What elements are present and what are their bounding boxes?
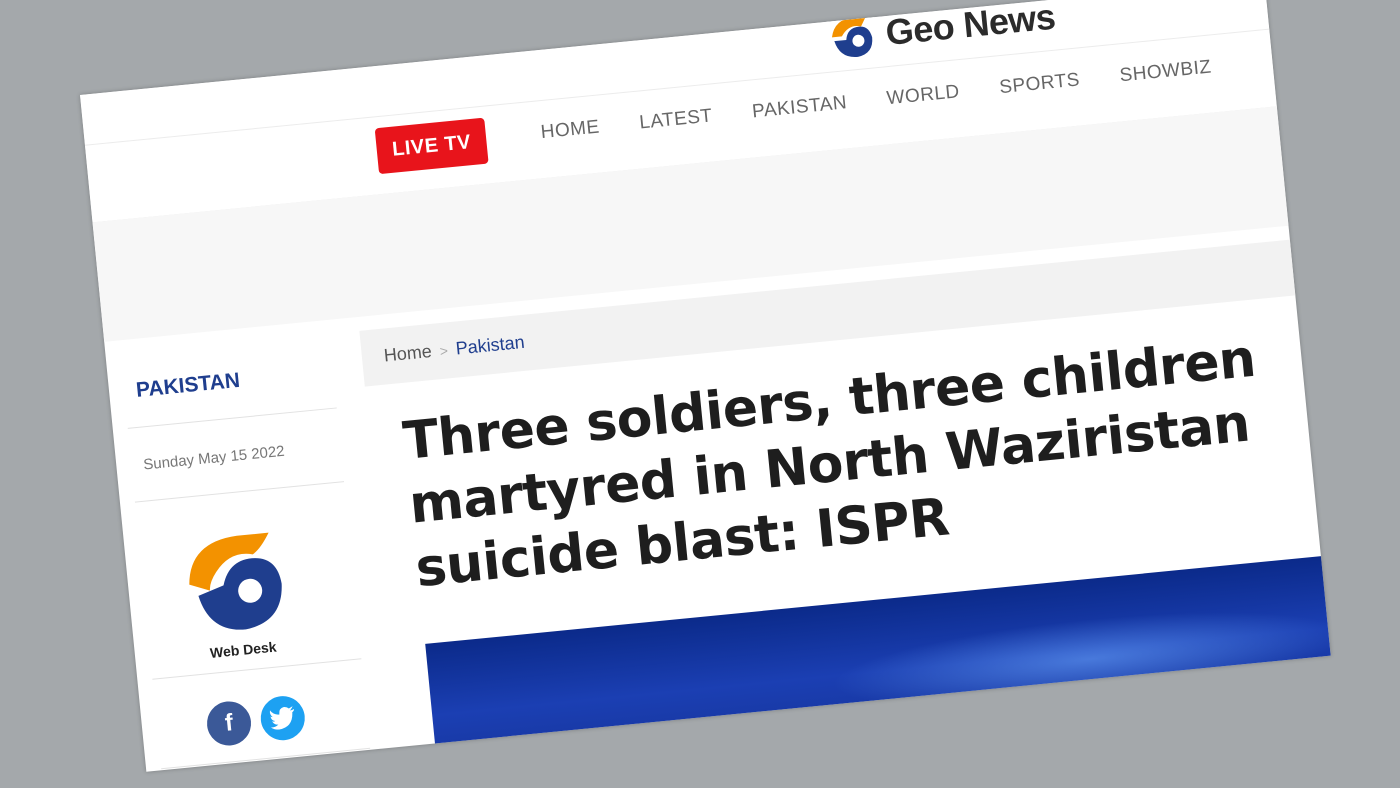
sidebar-category[interactable]: PAKISTAN xyxy=(135,369,241,403)
nav-sports[interactable]: SPORTS xyxy=(998,69,1081,99)
nav-home[interactable]: HOME xyxy=(540,116,601,144)
live-tv-button[interactable]: LIVE TV xyxy=(374,117,489,175)
nav-showbiz[interactable]: SHOWBIZ xyxy=(1119,57,1213,88)
breadcrumb-category[interactable]: Pakistan xyxy=(455,332,526,360)
sidebar-divider xyxy=(134,481,345,503)
browser-page: Geo News LIVE TV HOME LATEST PAKISTAN WO… xyxy=(80,0,1331,772)
twitter-bird-glyph xyxy=(269,706,294,730)
nav-world[interactable]: WORLD xyxy=(886,81,961,110)
breadcrumb-separator: > xyxy=(438,341,449,359)
sidebar-divider xyxy=(152,658,362,680)
logo-text: Geo News xyxy=(883,0,1058,53)
social-share: f xyxy=(204,693,317,748)
nav-latest[interactable]: LATEST xyxy=(638,105,713,134)
publish-date: Sunday May 15 2022 xyxy=(142,442,286,474)
twitter-icon[interactable] xyxy=(258,694,307,743)
breadcrumb: Home > Pakistan xyxy=(383,332,526,367)
geo-logo-icon xyxy=(826,11,878,62)
facebook-icon[interactable]: f xyxy=(204,699,254,748)
sidebar-divider xyxy=(161,747,371,770)
screenshot-scene: Geo News LIVE TV HOME LATEST PAKISTAN WO… xyxy=(0,0,1400,788)
author-avatar xyxy=(183,530,288,635)
nav-pakistan[interactable]: PAKISTAN xyxy=(751,92,848,123)
breadcrumb-home[interactable]: Home xyxy=(383,341,433,367)
article-sidebar: PAKISTAN Sunday May 15 2022 Web Desk f xyxy=(119,318,391,772)
author-name[interactable]: Web Desk xyxy=(209,639,277,661)
sidebar-divider xyxy=(127,407,337,429)
hero-glow xyxy=(827,593,1331,725)
